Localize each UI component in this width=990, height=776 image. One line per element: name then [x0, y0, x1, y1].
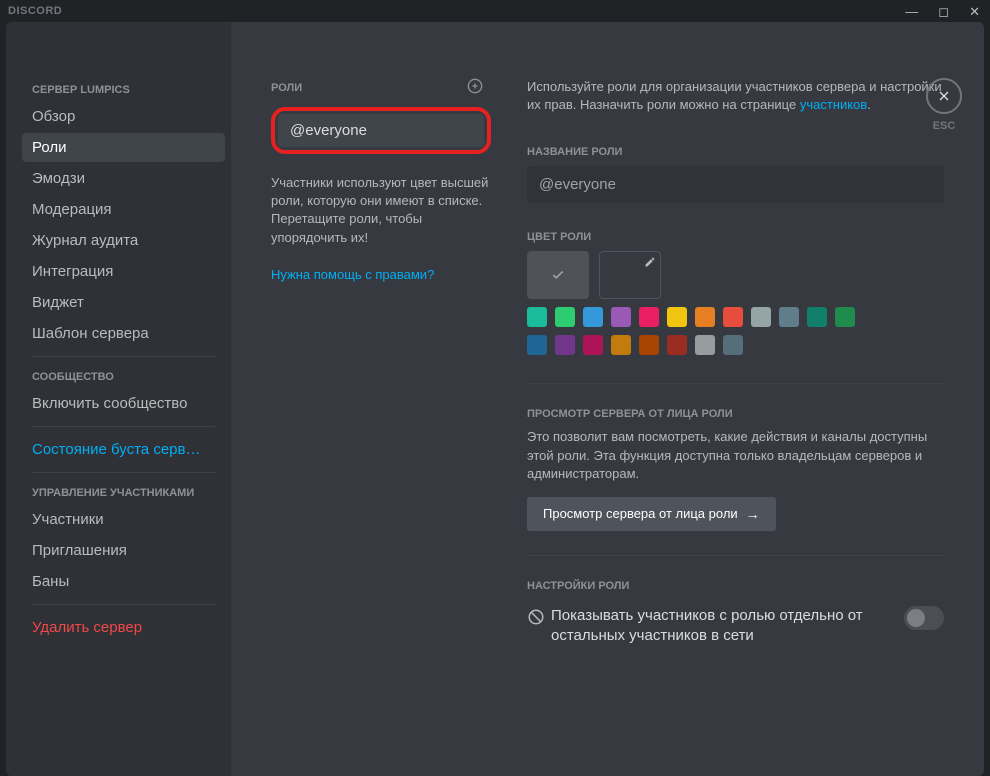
- divider: [32, 472, 215, 473]
- close-label: ESC: [933, 120, 956, 132]
- color-swatch[interactable]: [611, 335, 631, 355]
- setting-label: Показывать участников с ролью отдельно о…: [527, 606, 888, 647]
- intro-text-a: Используйте роли для организации участни…: [527, 79, 942, 112]
- roles-intro-text: Используйте роли для организации участни…: [527, 78, 944, 114]
- color-swatch[interactable]: [583, 335, 603, 355]
- preview-as-role-button[interactable]: Просмотр сервера от лица роли →: [527, 497, 776, 531]
- sidebar-item-roles[interactable]: Роли: [22, 133, 225, 162]
- roles-help-text: Участники используют цвет высшей роли, к…: [271, 174, 491, 247]
- sidebar-server-name: Сервер Lumpics: [22, 78, 225, 102]
- role-name-input[interactable]: [527, 166, 944, 203]
- divider: [527, 555, 944, 556]
- divider: [527, 383, 944, 384]
- settings-window: Сервер Lumpics Обзор Роли Эмодзи Модерац…: [6, 22, 984, 776]
- divider: [32, 426, 215, 427]
- setting-text: Показывать участников с ролью отдельно о…: [551, 606, 888, 647]
- color-swatch[interactable]: [723, 307, 743, 327]
- divider: [32, 356, 215, 357]
- color-swatch[interactable]: [835, 307, 855, 327]
- color-swatch[interactable]: [527, 307, 547, 327]
- preview-btn-label: Просмотр сервера от лица роли: [543, 506, 738, 521]
- sidebar-item-enable-community[interactable]: Включить сообщество: [22, 389, 225, 418]
- role-settings-label: Настройки роли: [527, 580, 944, 592]
- roles-content: Роли @everyone Участники используют цвет…: [231, 22, 984, 776]
- sidebar-item-delete-server[interactable]: Удалить сервер: [22, 613, 225, 642]
- roles-list-header: Роли: [271, 78, 491, 97]
- color-swatch[interactable]: [555, 307, 575, 327]
- color-swatch[interactable]: [583, 307, 603, 327]
- sidebar-item-emoji[interactable]: Эмодзи: [22, 164, 225, 193]
- maximize-button[interactable]: ◻: [938, 5, 949, 18]
- display-separately-toggle[interactable]: [904, 606, 944, 630]
- divider: [32, 604, 215, 605]
- preview-desc: Это позволит вам посмотреть, какие дейст…: [527, 428, 944, 483]
- preview-section-label: Просмотр сервера от лица роли: [527, 408, 944, 420]
- close-button[interactable]: ✕: [969, 5, 980, 18]
- sidebar-item-bans[interactable]: Баны: [22, 567, 225, 596]
- display-separately-setting: Показывать участников с ролью отдельно о…: [527, 606, 944, 647]
- color-swatch[interactable]: [751, 307, 771, 327]
- color-swatch[interactable]: [527, 335, 547, 355]
- close-settings-button[interactable]: ESC: [926, 78, 962, 132]
- sidebar-item-invites[interactable]: Приглашения: [22, 536, 225, 565]
- window-controls: — ◻ ✕: [905, 5, 980, 18]
- sidebar-item-members[interactable]: Участники: [22, 505, 225, 534]
- sidebar-item-moderation[interactable]: Модерация: [22, 195, 225, 224]
- custom-color-swatch[interactable]: [599, 251, 661, 299]
- color-swatch[interactable]: [723, 335, 743, 355]
- sidebar-item-integrations[interactable]: Интеграция: [22, 257, 225, 286]
- intro-text-b: .: [867, 97, 871, 112]
- roles-header-label: Роли: [271, 82, 302, 94]
- sidebar-community-header: Сообщество: [22, 365, 225, 389]
- highlighted-role: @everyone: [271, 107, 491, 154]
- color-swatch[interactable]: [667, 307, 687, 327]
- arrow-right-icon: →: [746, 506, 760, 522]
- color-swatch[interactable]: [695, 335, 715, 355]
- sidebar-item-boost-status[interactable]: Состояние буста серв…: [22, 435, 225, 464]
- default-color-swatch[interactable]: [527, 251, 589, 299]
- close-icon: [926, 78, 962, 114]
- color-swatch[interactable]: [667, 335, 687, 355]
- members-link[interactable]: участников: [800, 97, 867, 112]
- role-item-everyone[interactable]: @everyone: [278, 114, 484, 147]
- role-color-label: Цвет роли: [527, 231, 944, 243]
- sidebar-item-overview[interactable]: Обзор: [22, 102, 225, 131]
- roles-help-link[interactable]: Нужна помощь с правами?: [271, 267, 491, 282]
- roles-list-column: Роли @everyone Участники используют цвет…: [271, 78, 491, 776]
- color-swatch[interactable]: [695, 307, 715, 327]
- color-swatch[interactable]: [555, 335, 575, 355]
- minimize-button[interactable]: —: [905, 5, 918, 18]
- add-role-icon[interactable]: [467, 78, 483, 97]
- sidebar-item-audit-log[interactable]: Журнал аудита: [22, 226, 225, 255]
- role-detail-column: Используйте роли для организации участни…: [491, 78, 944, 776]
- app-title: DISCORD: [8, 5, 905, 17]
- sidebar-manage-header: Управление участниками: [22, 481, 225, 505]
- color-swatch[interactable]: [639, 335, 659, 355]
- settings-sidebar: Сервер Lumpics Обзор Роли Эмодзи Модерац…: [6, 22, 231, 776]
- role-color-section: Цвет роли: [527, 231, 944, 355]
- role-name-label: Название роли: [527, 146, 944, 158]
- sidebar-item-widget[interactable]: Виджет: [22, 288, 225, 317]
- sidebar-item-template[interactable]: Шаблон сервера: [22, 319, 225, 348]
- color-swatch[interactable]: [639, 307, 659, 327]
- color-swatch[interactable]: [611, 307, 631, 327]
- prohibited-icon: [527, 608, 545, 626]
- titlebar: DISCORD — ◻ ✕: [0, 0, 990, 22]
- color-swatch[interactable]: [807, 307, 827, 327]
- color-swatches: [527, 307, 857, 355]
- color-swatch[interactable]: [779, 307, 799, 327]
